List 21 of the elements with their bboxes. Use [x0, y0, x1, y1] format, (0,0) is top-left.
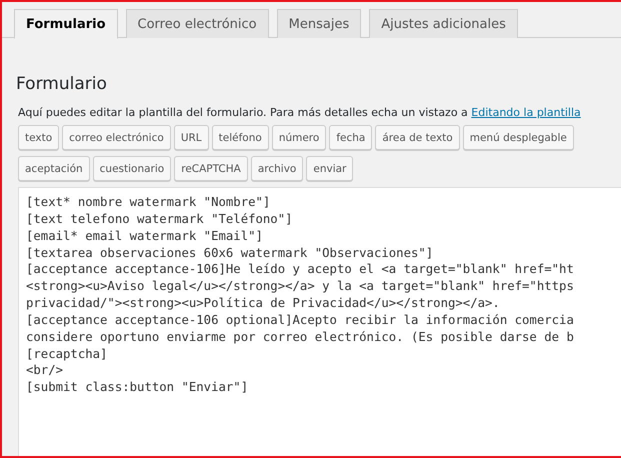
form-template-editor[interactable]: [text* nombre watermark "Nombre"] [text telefono watermark "Teléfono"] [email* email watermark "Email"] [textarea observaciones 60x6 watermark "Observaciones"] [acceptance acceptance-106]He leído y acepto el <a target="blank" href="ht <strong><u>Aviso legal</u></strong></a> y la <a target="blank" href="https privacidad/"><strong><u>Política de Privacidad</u></strong></a>. [acceptance acceptance-106 optional]Acepto recibir la información comercia considere oportuno enviarme por correo electrónico. (Es posible darse de b [recaptcha] <br/> [submit class:button "Enviar"]	[18, 187, 621, 456]
tab[interactable]: Ajustes adicionales	[369, 9, 518, 38]
tag-generator-button[interactable]: número	[272, 125, 326, 150]
description-text: Aquí puedes editar la plantilla del formulario. Para más detalles echa un vistazo a Editando la plantilla	[18, 106, 582, 119]
tab[interactable]: Formulario	[14, 9, 118, 39]
tag-generator-button[interactable]: reCAPTCHA	[174, 156, 248, 181]
tag-generator-button[interactable]: texto	[18, 125, 60, 150]
tag-generator-button[interactable]: teléfono	[212, 125, 269, 150]
tag-generator-button[interactable]: enviar	[306, 156, 354, 181]
tag-generator-button[interactable]: menú desplegable	[462, 125, 574, 150]
tag-generator-button[interactable]: aceptación	[18, 156, 90, 181]
tab[interactable]: Correo electrónico	[126, 9, 269, 38]
section-heading: Formulario	[16, 74, 108, 94]
tag-generator-button[interactable]: URL	[174, 125, 209, 150]
tag-generator-button[interactable]: cuestionario	[92, 156, 172, 181]
help-link[interactable]: Editando la plantilla	[471, 106, 581, 119]
tag-generator-button[interactable]: área de texto	[375, 125, 460, 150]
tab[interactable]: Mensajes	[276, 9, 362, 38]
tag-generator-button[interactable]: fecha	[329, 125, 372, 150]
tag-generator-button[interactable]: correo electrónico	[62, 125, 171, 150]
tag-generator-button[interactable]: archivo	[250, 156, 304, 181]
